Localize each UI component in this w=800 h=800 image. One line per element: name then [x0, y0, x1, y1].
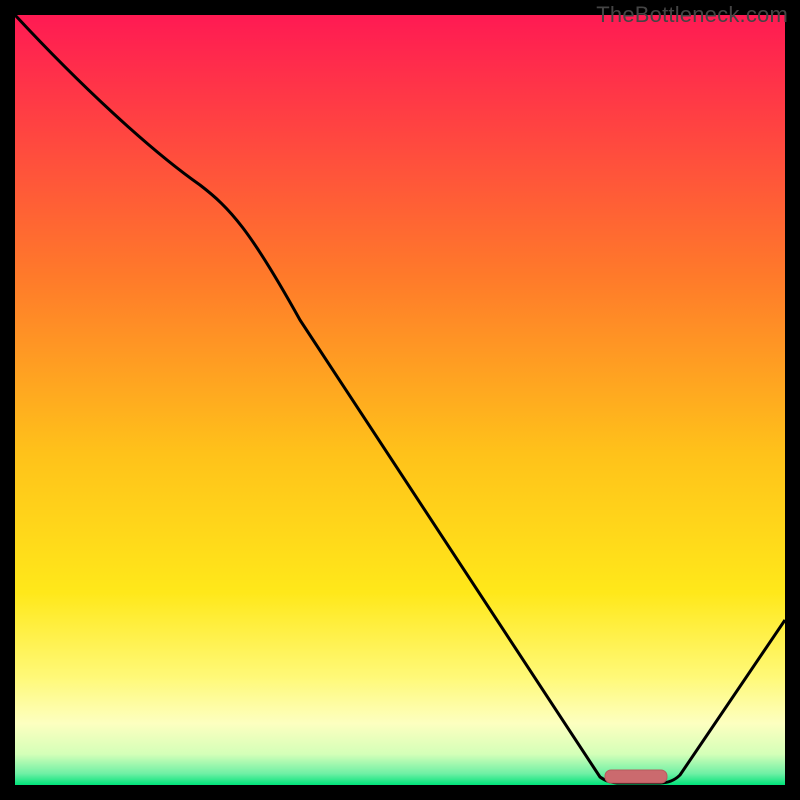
chart-svg: [0, 0, 800, 800]
plateau-marker: [605, 770, 667, 783]
watermark-text: TheBottleneck.com: [596, 2, 788, 28]
bottleneck-chart: TheBottleneck.com: [0, 0, 800, 800]
